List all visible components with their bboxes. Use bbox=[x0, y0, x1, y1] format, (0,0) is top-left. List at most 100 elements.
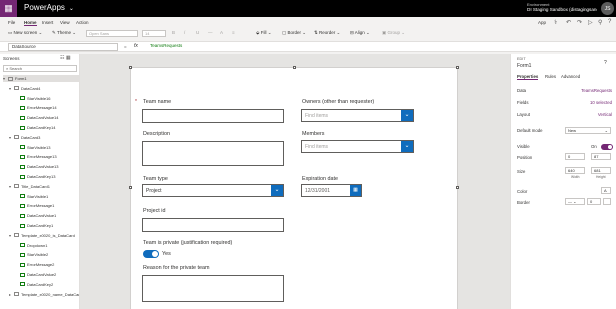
border-style-select[interactable]: — ⌄ bbox=[565, 198, 585, 205]
tree-item[interactable]: ErrorMessage1 bbox=[15, 202, 79, 209]
menu-insert[interactable]: Insert bbox=[42, 20, 53, 25]
tab-advanced[interactable]: Advanced bbox=[561, 74, 580, 79]
resize-handle[interactable] bbox=[129, 186, 132, 189]
tree-item[interactable]: ▾ Template_x0020_is_DataCard bbox=[9, 232, 79, 239]
fill-button[interactable]: ⬙ Fill ⌄ bbox=[256, 30, 272, 36]
app-title[interactable]: PowerApps ⌄ bbox=[24, 3, 74, 12]
control-name[interactable]: Form1 bbox=[517, 63, 531, 69]
tree-item[interactable]: DataCardValue2 bbox=[15, 271, 79, 278]
tree-item[interactable]: Dropdown1 bbox=[15, 242, 79, 249]
height-input[interactable]: 681 bbox=[591, 167, 611, 174]
underline-button[interactable]: U bbox=[196, 30, 199, 35]
tree-item[interactable]: DataCardValue14 bbox=[15, 114, 79, 121]
visible-toggle[interactable] bbox=[601, 144, 613, 150]
environment-name[interactable]: DI Staging Sandbox (distagingsandbox) bbox=[527, 7, 597, 12]
tree-item[interactable]: DataCardKey1 bbox=[15, 222, 79, 229]
help-icon[interactable]: ? bbox=[608, 19, 611, 25]
reorder-button[interactable]: ⇅ Reorder ⌄ bbox=[314, 30, 340, 36]
resize-handle[interactable] bbox=[129, 66, 132, 69]
italic-button[interactable]: / bbox=[184, 30, 185, 35]
data-source-value[interactable]: TeamsRequests bbox=[581, 88, 612, 93]
tree-item[interactable]: ErrorMessage14 bbox=[15, 104, 79, 111]
tree-item[interactable]: StarVisible16 bbox=[15, 95, 79, 102]
reason-input[interactable] bbox=[142, 275, 284, 302]
tree-item[interactable]: ▸ Template_x0020_name_DataCard bbox=[9, 291, 79, 298]
description-input[interactable] bbox=[142, 141, 284, 166]
user-icon[interactable]: ⚲ bbox=[598, 19, 602, 26]
tree-item[interactable]: ErrorMessage2 bbox=[15, 261, 79, 268]
theme-button[interactable]: ✎ Theme ⌄ bbox=[52, 30, 76, 36]
tree-view-toggle-icon[interactable]: ☷ ▦ bbox=[60, 55, 71, 61]
tree-item[interactable]: ▾ Form1 bbox=[3, 75, 79, 82]
expiration-datepicker[interactable]: 12/31/2001 ▦ bbox=[301, 184, 362, 197]
position-y-input[interactable]: 87 bbox=[591, 153, 611, 160]
help-icon[interactable]: ? bbox=[604, 60, 607, 66]
border-width-input[interactable]: 0 bbox=[587, 198, 601, 205]
new-screen-button[interactable]: ▭ New screen ⌄ bbox=[8, 30, 42, 36]
private-toggle[interactable] bbox=[143, 250, 159, 258]
tree-item[interactable]: ErrorMessage13 bbox=[15, 153, 79, 160]
menu-home[interactable]: Home bbox=[24, 20, 37, 26]
width-input[interactable]: 640 bbox=[565, 167, 585, 174]
text-align-button[interactable]: ≡ bbox=[232, 30, 235, 35]
play-icon[interactable]: ▷ bbox=[588, 19, 593, 26]
fields-value[interactable]: 10 selected bbox=[590, 100, 612, 105]
owners-combobox[interactable]: Find items ⌄ bbox=[301, 109, 414, 122]
tree-item[interactable]: DataCardKey2 bbox=[15, 281, 79, 288]
members-combobox[interactable]: Find items ⌄ bbox=[301, 140, 414, 153]
tab-properties[interactable]: Properties bbox=[517, 74, 539, 80]
app-launcher-icon[interactable]: ▦ bbox=[0, 0, 17, 17]
redo-icon[interactable]: ↷ bbox=[577, 19, 582, 26]
border-color-picker[interactable] bbox=[603, 198, 611, 205]
resize-handle[interactable] bbox=[293, 66, 296, 69]
control-icon bbox=[14, 292, 19, 297]
tree-item[interactable]: DataCardKey14 bbox=[15, 124, 79, 131]
tree-item[interactable]: StarVisible1 bbox=[15, 193, 79, 200]
chevron-down-icon[interactable]: ⌄ bbox=[271, 185, 283, 196]
tree-search-input[interactable]: ⌕ Search bbox=[3, 65, 77, 72]
menu-app[interactable]: App bbox=[538, 20, 546, 25]
resize-handle[interactable] bbox=[456, 186, 459, 189]
form-screen[interactable]: * Team name Description Team type Projec… bbox=[129, 66, 459, 309]
project-id-input[interactable] bbox=[142, 218, 284, 232]
group-button[interactable]: ▣ Group ⌄ bbox=[382, 30, 405, 36]
chevron-down-icon: ⌄ bbox=[604, 128, 608, 133]
tree-item[interactable]: ▾ DataCard4 bbox=[9, 85, 79, 92]
font-size-select[interactable]: 14 bbox=[142, 30, 166, 37]
health-icon[interactable]: ⚕ bbox=[554, 19, 557, 26]
tree-item[interactable]: ▾ DataCard3 bbox=[9, 134, 79, 141]
tree-item[interactable]: DataCardKey13 bbox=[15, 173, 79, 180]
chevron-down-icon[interactable]: ⌄ bbox=[401, 110, 413, 121]
tree-item[interactable]: DataCardValue1 bbox=[15, 212, 79, 219]
fx-icon[interactable]: fx bbox=[134, 43, 138, 49]
tree-item-label: StarVisible13 bbox=[27, 144, 51, 150]
bold-button[interactable]: B bbox=[172, 30, 175, 35]
team-type-dropdown[interactable]: Project ⌄ bbox=[142, 184, 284, 197]
tree-item[interactable]: StarVisible13 bbox=[15, 144, 79, 151]
calendar-icon[interactable]: ▦ bbox=[350, 185, 361, 196]
tree-item[interactable]: ▾ Title_DataCard1 bbox=[9, 183, 79, 190]
font-color-button[interactable]: A bbox=[220, 30, 223, 35]
color-picker[interactable]: A bbox=[601, 187, 611, 194]
menu-view[interactable]: View bbox=[60, 20, 70, 25]
resize-handle[interactable] bbox=[456, 66, 459, 69]
property-select[interactable]: DataSource bbox=[8, 43, 118, 51]
tree-item[interactable]: DataCardValue13 bbox=[15, 163, 79, 170]
visible-value: On bbox=[591, 144, 597, 149]
font-select[interactable]: Open Sans bbox=[86, 30, 138, 37]
menu-file[interactable]: File bbox=[8, 20, 15, 25]
menu-action[interactable]: Action bbox=[76, 20, 89, 25]
position-x-input[interactable]: 0 bbox=[565, 153, 585, 160]
avatar[interactable]: JS bbox=[601, 2, 614, 15]
team-name-input[interactable] bbox=[142, 109, 284, 123]
formula-input[interactable]: TeamsRequests bbox=[150, 43, 610, 51]
strikethrough-button[interactable]: — bbox=[208, 30, 213, 35]
tree-item[interactable]: StarVisible2 bbox=[15, 251, 79, 258]
undo-icon[interactable]: ↶ bbox=[566, 19, 571, 26]
default-mode-select[interactable]: New ⌄ bbox=[565, 127, 611, 134]
align-button[interactable]: ⊟ Align ⌄ bbox=[350, 30, 370, 36]
layout-value[interactable]: Vertical bbox=[598, 112, 612, 117]
border-button[interactable]: ▢ Border ⌄ bbox=[282, 30, 306, 36]
chevron-down-icon[interactable]: ⌄ bbox=[401, 141, 413, 152]
tab-rules[interactable]: Rules bbox=[545, 74, 556, 79]
